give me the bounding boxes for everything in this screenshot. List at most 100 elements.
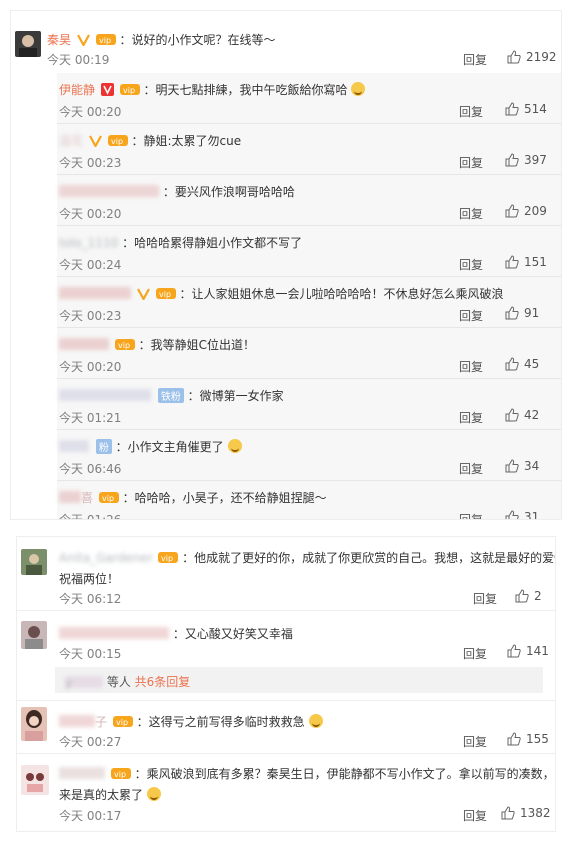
sub-reply-2-time: 今天 00:20 (59, 207, 122, 221)
comment-2-username[interactable]: 子 (95, 715, 107, 729)
sub-reply-6-line: 铁粉 ：微博第一女作家 (59, 387, 284, 404)
svg-text:vip: vip (99, 36, 111, 45)
comment-1-like-count: 141 (526, 644, 549, 658)
sub-reply-7-like-button[interactable]: 34 (505, 459, 539, 473)
sub-reply-3-like-button[interactable]: 151 (505, 255, 547, 269)
user-avatar[interactable] (21, 549, 47, 575)
sub-reply-2-username-blurred[interactable] (59, 185, 159, 197)
sub-reply-7-username-blurred[interactable] (59, 440, 89, 452)
vip-crown-icon: vip (119, 84, 140, 95)
comment-2-like-button[interactable]: 155 (507, 732, 549, 746)
vip-crown-icon: vip (158, 552, 179, 563)
sub-reply-0-text: ：明天七點排練，我中午吃飯給你寫哈 (143, 83, 348, 97)
sub-reply-5-reply-button[interactable]: 回复 (459, 358, 483, 375)
comment-3-like-count: 1382 (520, 806, 551, 820)
comment-0-reply-button[interactable]: 回复 (473, 590, 497, 607)
sub-reply-8-text: ：哈哈哈，小昊子，还不给静姐捏腿～ (122, 491, 327, 505)
divider (57, 123, 561, 124)
sub-reply-8-like-button[interactable]: 31 (505, 510, 539, 519)
sub-reply-8-reply-button[interactable]: 回复 (459, 511, 483, 519)
sub-reply-4-reply-button[interactable]: 回复 (459, 307, 483, 324)
sub-reply-4-text: ：让人家姐姐休息一会儿啦哈哈哈哈！不休息好怎么乘风破浪 (179, 287, 504, 301)
comment-3-time: 今天 00:17 (59, 809, 122, 823)
crying-emoji-icon (351, 82, 366, 96)
sub-reply-3-reply-button[interactable]: 回复 (459, 256, 483, 273)
expand-reply-count-link[interactable]: 共6条回复 (135, 675, 191, 689)
sub-reply-6-username-blurred[interactable] (59, 389, 151, 401)
sub-reply-1-text: ：静姐:太累了勿cue (131, 134, 242, 148)
thumbs-up-icon (507, 732, 521, 746)
sub-reply-2-text: ：要兴风作浪啊哥哈哈哈 (162, 185, 295, 199)
sub-reply-0-like-button[interactable]: 514 (505, 102, 547, 116)
sub-reply-2-like-button[interactable]: 209 (505, 204, 547, 218)
comment-1-reply-button[interactable]: 回复 (463, 645, 487, 662)
sub-reply-3-like-count: 151 (524, 255, 547, 269)
sub-reply-5-username-blurred[interactable] (59, 338, 109, 350)
comment-0-line1: Anita_Gardener vip ：他成就了更好的你，成就了你更欣赏的自己。… (59, 549, 556, 566)
top-comment-like-button[interactable]: 2192 (507, 50, 557, 64)
sub-reply-4-like-button[interactable]: 91 (505, 306, 539, 320)
comment-3-username-blurred[interactable] (59, 767, 105, 779)
sub-reply-1-like-count: 397 (524, 153, 547, 167)
top-comment-username[interactable]: 秦昊 (47, 33, 71, 47)
fan-badge: 铁粉 (157, 388, 184, 403)
sub-reply-6-reply-button[interactable]: 回复 (459, 409, 483, 426)
sub-reply-1-time: 今天 00:23 (59, 156, 122, 170)
sub-reply-6-text: ：微博第一女作家 (187, 389, 284, 403)
user-avatar[interactable] (21, 707, 47, 741)
comment-3-like-button[interactable]: 1382 (501, 806, 551, 820)
sub-reply-1-reply-button[interactable]: 回复 (459, 154, 483, 171)
sub-reply-5-like-button[interactable]: 45 (505, 357, 539, 371)
sub-reply-3-line: tolo_1110 ：哈哈哈累得静姐小作文都不写了 (59, 234, 302, 251)
comment-1-time: 今天 00:15 (59, 647, 122, 661)
username-blur-block (59, 715, 95, 727)
sub-reply-3-username[interactable]: tolo_1110 (59, 236, 118, 250)
comment-2-like-count: 155 (526, 732, 549, 746)
comment-2-reply-button[interactable]: 回复 (463, 733, 487, 750)
thumbs-up-icon (501, 806, 515, 820)
thumbs-up-icon (505, 204, 519, 218)
comment-3-reply-button[interactable]: 回复 (463, 807, 487, 824)
expand-user-blurred: y (65, 676, 103, 690)
sub-reply-6-like-button[interactable]: 42 (505, 408, 539, 422)
comment-0-time: 今天 06:12 (59, 592, 122, 606)
sub-reply-7-reply-button[interactable]: 回复 (459, 460, 483, 477)
vip-crown-icon: vip (110, 768, 131, 779)
user-avatar[interactable] (21, 765, 49, 795)
top-comment-reply-button[interactable]: 回复 (463, 51, 487, 68)
divider (57, 378, 561, 379)
comment-1-username-blurred[interactable] (59, 627, 169, 639)
sub-reply-7-time: 今天 06:46 (59, 462, 122, 476)
sub-reply-1-username[interactable]: 逗花 (59, 134, 83, 148)
sub-reply-4-username-blurred[interactable] (59, 287, 131, 299)
svg-text:vip: vip (123, 86, 135, 95)
expand-replies-bar[interactable]: y 等人 共6条回复 (55, 667, 543, 693)
vip-crown-icon: vip (98, 492, 119, 503)
comment-thread-panel: 秦昊 vip ：说好的小作文呢？在线等～ 今天 00:19 回复 2192 伊能… (10, 10, 562, 520)
sub-reply-2-reply-button[interactable]: 回复 (459, 205, 483, 222)
comment-0-username[interactable]: Anita_Gardener (59, 551, 153, 565)
user-avatar[interactable] (15, 31, 41, 57)
sub-reply-8-line: 喜 vip ：哈哈哈，小昊子，还不给静姐捏腿～ (59, 489, 327, 506)
top-comment-time: 今天 00:19 (47, 53, 110, 67)
laughing-emoji-icon (308, 714, 323, 728)
comment-0-like-button[interactable]: 2 (515, 589, 542, 603)
fan-badge: 粉 (95, 439, 112, 454)
sub-reply-0-line: 伊能静 vip ：明天七點排練，我中午吃飯給你寫哈 (59, 81, 366, 98)
sub-reply-5-line: vip ：我等静姐C位出道！ (59, 336, 255, 353)
sub-reply-0-reply-button[interactable]: 回复 (459, 103, 483, 120)
sub-reply-8-username[interactable]: 喜 (81, 491, 93, 505)
thumbs-up-icon (505, 408, 519, 422)
sub-reply-1-like-button[interactable]: 397 (505, 153, 547, 167)
sub-reply-0-username[interactable]: 伊能静 (59, 83, 95, 97)
comment-0-text-line1: ：他成就了更好的你，成就了你更欣赏的自己。我想，这就是最好的爱情吧。 (182, 551, 556, 565)
comment-1-line: ：又心酸又好笑又幸福 (59, 625, 293, 642)
thumbs-up-icon (505, 357, 519, 371)
user-avatar[interactable] (21, 621, 47, 649)
thumbs-up-icon (505, 255, 519, 269)
comment-3-line1: vip ：乘风破浪到底有多累？秦昊生日，伊能静都不写小作文了。拿以前写的凑数，看… (59, 765, 555, 782)
top-comment-like-count: 2192 (526, 50, 557, 64)
comment-1-like-button[interactable]: 141 (507, 644, 549, 658)
divider (57, 174, 561, 175)
sub-reply-6-time: 今天 01:21 (59, 411, 122, 425)
